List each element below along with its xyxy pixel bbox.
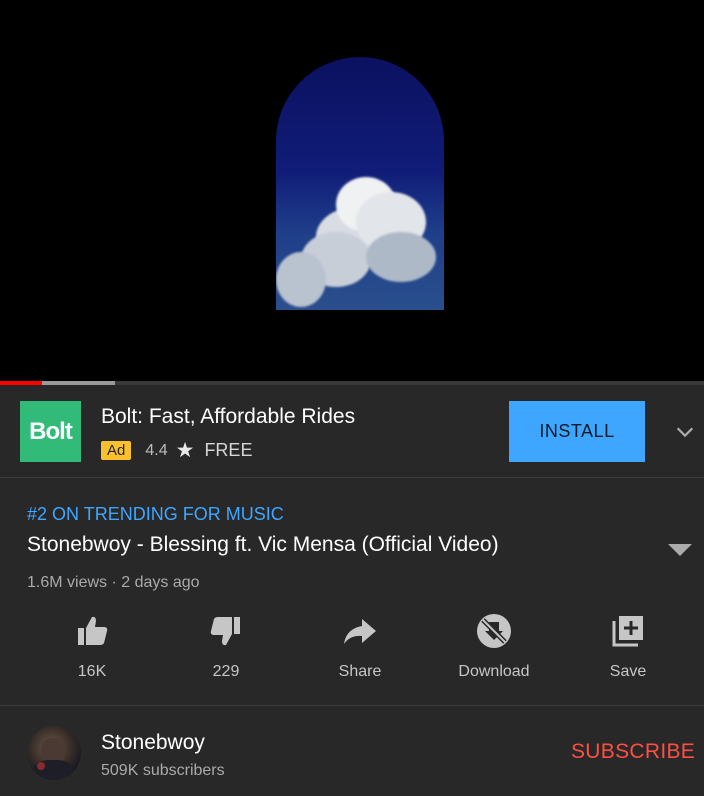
- install-button[interactable]: INSTALL: [509, 401, 645, 462]
- save-label: Save: [609, 663, 647, 680]
- dislike-count: 229: [212, 663, 240, 680]
- expand-description-icon[interactable]: [668, 544, 692, 558]
- download-disabled-icon: [477, 614, 511, 648]
- save-button[interactable]: Save: [568, 611, 688, 681]
- download-button[interactable]: Download: [434, 611, 554, 681]
- bolt-logo: Bolt: [20, 401, 81, 462]
- video-info: #2 ON TRENDING FOR MUSIC Stonebwoy - Ble…: [0, 478, 704, 706]
- subscriber-count: 509K subscribers: [101, 762, 225, 779]
- download-label: Download: [458, 663, 530, 680]
- share-button[interactable]: Share: [300, 611, 420, 681]
- save-playlist-icon: [612, 616, 643, 647]
- ad-banner[interactable]: Bolt Bolt: Fast, Affordable Rides Ad 4.4…: [0, 385, 704, 478]
- channel-row: Stonebwoy 509K subscribers SUBSCRIBE: [0, 706, 704, 796]
- share-label: Share: [338, 663, 382, 680]
- ad-badge: Ad: [101, 441, 132, 460]
- ad-meta: Ad 4.4 ★ FREE: [101, 438, 252, 463]
- ad-rating: 4.4: [145, 441, 168, 459]
- video-frame-arch-window: [276, 57, 444, 310]
- like-count: 16K: [77, 663, 107, 680]
- like-button[interactable]: 16K: [32, 611, 152, 681]
- subscribe-button[interactable]: SUBSCRIBE: [571, 740, 695, 764]
- trending-link[interactable]: #2 ON TRENDING FOR MUSIC: [27, 504, 284, 525]
- video-player[interactable]: [0, 0, 704, 385]
- thumbs-down-icon: [210, 617, 240, 646]
- action-bar: 16K 229 Share Download Save: [0, 611, 704, 691]
- chevron-down-icon[interactable]: [674, 421, 696, 443]
- dislike-button[interactable]: 229: [166, 611, 286, 681]
- share-icon: [344, 619, 376, 644]
- video-title[interactable]: Stonebwoy - Blessing ft. Vic Mensa (Offi…: [27, 533, 499, 557]
- thumbs-up-icon: [78, 616, 108, 645]
- view-count: 1.6M views · 2 days ago: [27, 574, 200, 591]
- ad-price: FREE: [204, 440, 253, 460]
- channel-name[interactable]: Stonebwoy: [101, 731, 205, 755]
- ad-title: Bolt: Fast, Affordable Rides: [101, 405, 356, 428]
- channel-avatar[interactable]: [27, 726, 81, 780]
- star-icon: ★: [175, 439, 195, 462]
